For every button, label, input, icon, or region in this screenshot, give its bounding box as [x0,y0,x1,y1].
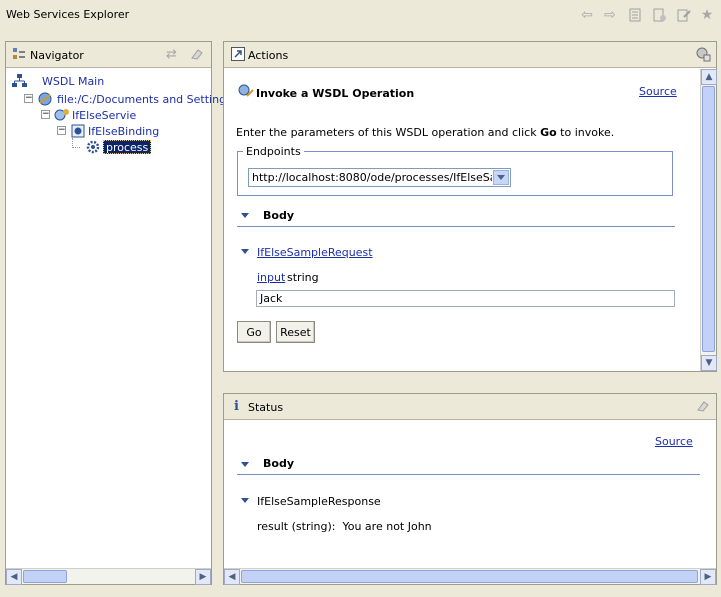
scroll-down-icon[interactable]: ▼ [701,355,717,371]
param-name-link[interactable]: input [257,271,285,284]
eraser-icon[interactable] [190,47,204,64]
actions-header: Actions [224,42,716,68]
source-link[interactable]: Source [639,85,677,98]
collapse-toggle-icon[interactable]: − [57,126,66,135]
actions-arrow-icon [231,47,245,64]
wsdl-main-icon [12,74,27,91]
collapse-toggle-icon[interactable]: − [24,94,33,103]
scroll-left-icon[interactable]: ◀ [224,569,240,585]
instructions-after: to invoke. [556,126,615,139]
page-icon[interactable] [626,6,644,24]
request-link[interactable]: IfElseSampleRequest [257,246,373,259]
page-settings-icon[interactable] [651,6,669,24]
response-collapse-icon[interactable] [241,498,249,503]
favorites-star-icon[interactable]: ★ [698,6,716,24]
back-arrow-icon[interactable]: ⇦ [578,6,596,24]
status-body-divider [237,474,700,475]
status-source-link[interactable]: Source [655,435,693,448]
tree-item-wsdl-main[interactable]: WSDL Main [12,74,208,90]
invoke-heading: Invoke a WSDL Operation [256,87,415,100]
input-field-value: Jack [260,292,283,305]
scroll-right-icon[interactable]: ▶ [195,569,211,585]
collapse-toggle-icon[interactable]: − [41,110,50,119]
maximize-settings-icon[interactable] [696,47,711,65]
wsdl-browse-icon[interactable] [675,6,693,24]
clear-status-eraser-icon[interactable] [696,399,710,416]
request-collapse-icon[interactable] [241,249,249,254]
scroll-thumb[interactable] [241,570,698,583]
param-type: string [287,271,319,284]
tree-connector [72,138,80,148]
endpoint-select[interactable]: http://localhost:8080/ode/processes/IfEl… [248,168,511,187]
instructions-go: Go [540,126,557,139]
tree-label: file:/C:/Documents and Settings [57,93,232,106]
status-horizontal-scrollbar[interactable]: ◀ ▶ [224,568,716,585]
tree-item-process[interactable]: process [72,138,152,157]
scroll-thumb[interactable] [23,570,67,583]
result-text: result (string): You are not John [257,520,432,533]
status-body-collapse-icon[interactable] [241,462,249,467]
reset-button[interactable]: Reset [276,321,315,343]
status-panel: i Status Source Body IfElseSampleRespons… [223,393,717,585]
tree-item-service[interactable]: − IfElseServie [41,108,211,124]
navigator-panel: Navigator ⇄ WSDL Main − file:/C:/Documen… [5,41,232,585]
link-with-editor-icon[interactable]: ⇄ [166,47,177,62]
tree-label: WSDL Main [42,75,105,88]
tree-label: IfElseServie [72,109,137,122]
status-header: i Status [224,394,716,420]
instructions-text: Enter the parameters of this WSDL operat… [236,126,614,139]
tree-label: IfElseBinding [88,125,160,138]
status-body-label: Body [263,457,294,470]
body-divider [237,226,675,227]
tree-item-file[interactable]: − file:/C:/Documents and Settings [24,92,232,109]
navigator-icon [12,47,26,64]
tree-item-binding[interactable]: − IfElseBinding [57,124,211,140]
info-icon: i [234,399,239,414]
navigator-horizontal-scrollbar[interactable]: ◀ ▶ [6,568,211,585]
response-label: IfElseSampleResponse [257,495,381,508]
status-title: Status [248,401,284,414]
scroll-up-icon[interactable]: ▲ [701,69,717,85]
actions-vertical-scrollbar[interactable]: ▲ ▼ [700,69,717,371]
title-bar: Web Services Explorer ⇦ ⇨ ★ [0,0,721,30]
endpoints-legend: Endpoints [243,145,304,158]
go-button[interactable]: Go [237,321,271,343]
navigator-header: Navigator ⇄ [6,42,211,68]
operation-gear-icon [86,140,100,157]
scroll-right-icon[interactable]: ▶ [700,569,716,585]
service-icon [54,108,70,125]
forward-arrow-icon[interactable]: ⇨ [601,6,619,24]
invoke-heading-icon [238,84,254,101]
input-field[interactable]: Jack [256,290,675,307]
actions-panel: Actions Invoke a WSDL Operation Source E… [223,41,717,372]
tree-label-selected: process [103,140,152,154]
body-label: Body [263,209,294,222]
actions-title: Actions [248,49,289,62]
scroll-left-icon[interactable]: ◀ [6,569,22,585]
wsdl-file-icon [37,92,53,109]
scroll-thumb[interactable] [702,86,715,352]
endpoint-value: http://localhost:8080/ode/processes/IfEl… [252,171,492,184]
body-collapse-icon[interactable] [241,213,249,218]
instructions-before: Enter the parameters of this WSDL operat… [236,126,541,139]
chevron-down-icon[interactable] [493,170,509,185]
navigator-title: Navigator [30,49,84,62]
app-title: Web Services Explorer [6,8,130,21]
